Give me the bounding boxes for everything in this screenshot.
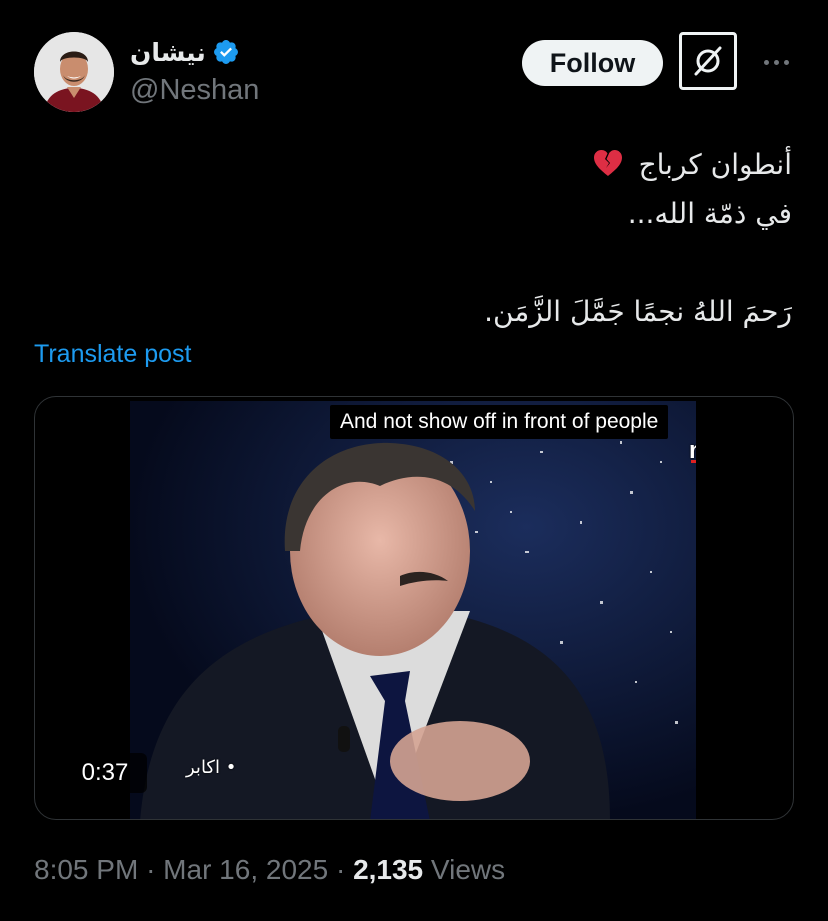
post-time[interactable]: 8:05 PM: [34, 854, 138, 885]
author-display-name[interactable]: نيشان: [130, 38, 206, 67]
views-label: Views: [430, 854, 506, 885]
post-text: أنطوان كرباج في ذمّة الله... رَحمَ اللهُ…: [52, 140, 792, 336]
post-line-1: أنطوان كرباج: [52, 140, 792, 189]
author-handle[interactable]: @Neshan: [130, 74, 259, 107]
post-line-4: رَحمَ اللهُ نجمًا جَمَّلَ الزَّمَن.: [484, 295, 792, 328]
show-name-overlay: • اكابر: [186, 757, 237, 778]
meta-separator: ·: [146, 854, 156, 885]
video-duration: 0:37: [63, 753, 147, 793]
views-count: 2,135: [353, 854, 424, 885]
post-line-3: [52, 238, 792, 287]
follow-button[interactable]: Follow: [522, 40, 663, 86]
more-options-button[interactable]: [758, 48, 794, 76]
post-line-2: في ذمّة الله...: [627, 197, 792, 230]
post-date[interactable]: Mar 16, 2025: [163, 854, 328, 885]
verified-badge-icon: [212, 38, 240, 66]
avatar-image: [34, 32, 114, 112]
author-info[interactable]: نيشان @Neshan: [130, 34, 259, 107]
translate-post-link[interactable]: Translate post: [34, 340, 191, 369]
more-horizontal-icon: [763, 59, 769, 65]
avatar[interactable]: [34, 32, 114, 112]
video-player[interactable]: And not show off in front of people mtv …: [34, 396, 794, 820]
grok-icon: [694, 46, 722, 76]
channel-logo: mtv: [689, 437, 696, 465]
post-meta: 8:05 PM · Mar 16, 2025 · 2,135 Views: [34, 854, 505, 886]
video-caption: And not show off in front of people: [330, 405, 669, 439]
grok-button[interactable]: [679, 32, 737, 90]
broken-heart-icon: [593, 150, 622, 176]
meta-separator: ·: [335, 854, 346, 885]
